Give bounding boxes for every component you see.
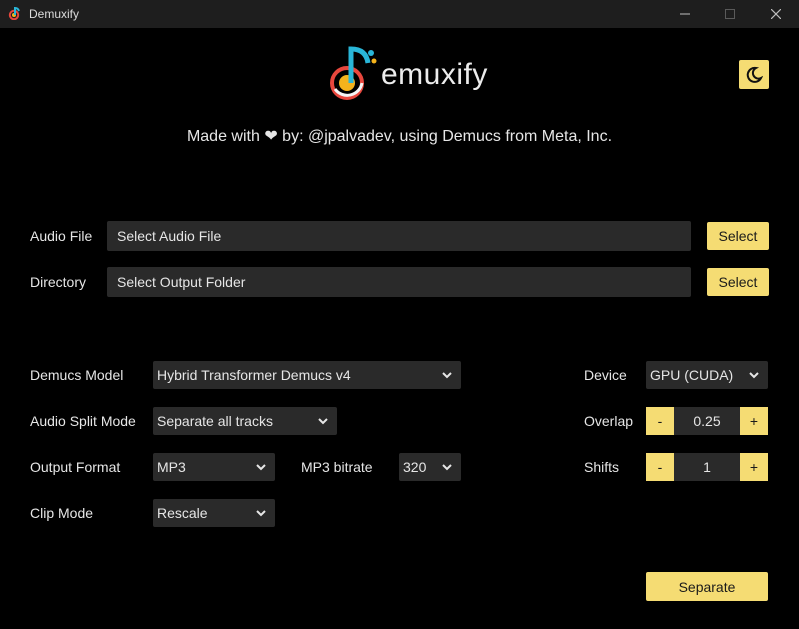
bitrate-value: 320 [403,459,427,475]
logo-icon [330,46,377,100]
bitrate-label: MP3 bitrate [301,459,373,475]
split-mode-select[interactable]: Separate all tracks [153,407,337,435]
bitrate-select[interactable]: 320 [399,453,461,481]
shifts-decrement-button[interactable]: - [646,453,674,481]
audio-file-label: Audio File [30,228,93,244]
shifts-increment-button[interactable]: + [740,453,768,481]
minimize-icon [680,13,690,15]
select-directory-button[interactable]: Select [707,268,769,296]
moon-icon [746,66,763,83]
theme-toggle-button[interactable] [739,60,769,89]
window-title: Demuxify [29,7,80,21]
maximize-button[interactable] [707,0,753,28]
chevron-down-icon [749,372,759,379]
chevron-down-icon [442,464,452,471]
chevron-down-icon [442,372,452,379]
overlap-increment-button[interactable]: + [740,407,768,435]
overlap-value[interactable]: 0.25 [674,407,740,435]
output-format-select[interactable]: MP3 [153,453,275,481]
model-label: Demucs Model [30,367,124,383]
device-label: Device [584,367,627,383]
minimize-button[interactable] [662,0,708,28]
chevron-down-icon [256,510,266,517]
output-folder-field[interactable]: Select Output Folder [107,267,691,297]
main-content: emuxify Made with ❤ by: @jpalvadev, usin… [0,28,799,629]
maximize-icon [725,9,735,19]
chevron-down-icon [318,418,328,425]
device-value: GPU (CUDA) [650,367,734,383]
model-value: Hybrid Transformer Demucs v4 [157,367,351,383]
clip-mode-select[interactable]: Rescale [153,499,275,527]
device-select[interactable]: GPU (CUDA) [646,361,768,389]
separate-button[interactable]: Separate [646,572,768,601]
overlap-label: Overlap [584,413,634,429]
credits-text: Made with ❤ by: @jpalvadev, using Demucs… [186,128,613,145]
select-audio-button[interactable]: Select [707,222,769,250]
audio-file-field[interactable]: Select Audio File [107,221,691,251]
clip-mode-label: Clip Mode [30,505,94,521]
overlap-decrement-button[interactable]: - [646,407,674,435]
logo-text: emuxify [381,58,488,91]
app-icon [8,6,20,20]
output-format-label: Output Format [30,459,121,475]
chevron-down-icon [256,464,266,471]
split-mode-label: Audio Split Mode [30,413,136,429]
close-button[interactable] [753,0,799,28]
title-bar: Demuxify [0,0,799,28]
split-mode-value: Separate all tracks [157,413,273,429]
directory-label: Directory [30,274,87,290]
shifts-label: Shifts [584,459,620,475]
shifts-value[interactable]: 1 [674,453,740,481]
model-select[interactable]: Hybrid Transformer Demucs v4 [153,361,461,389]
clip-mode-value: Rescale [157,505,208,521]
close-icon [771,9,781,19]
output-format-value: MP3 [157,459,186,475]
